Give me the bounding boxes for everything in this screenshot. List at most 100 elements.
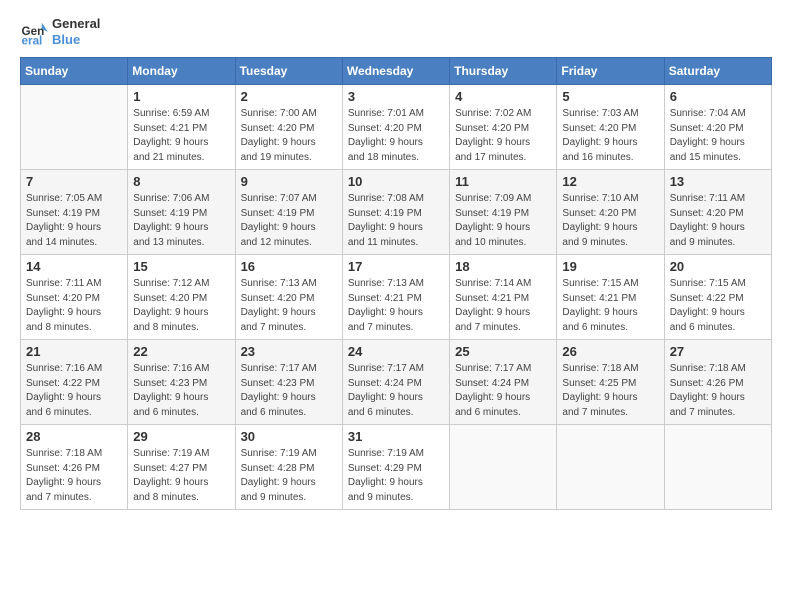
calendar-cell: 24 Sunrise: 7:17 AM Sunset: 4:24 PM Dayli… xyxy=(342,340,449,425)
day-info: Sunrise: 7:18 AM Sunset: 4:26 PM Dayligh… xyxy=(670,362,766,420)
day-number: 1 xyxy=(133,89,229,104)
svg-text:eral: eral xyxy=(22,34,43,46)
day-info: Sunrise: 7:11 AM Sunset: 4:20 PM Dayligh… xyxy=(26,277,122,335)
calendar-cell: 5 Sunrise: 7:03 AM Sunset: 4:20 PM Daylig… xyxy=(557,85,664,170)
calendar-cell: 26 Sunrise: 7:18 AM Sunset: 4:25 PM Dayli… xyxy=(557,340,664,425)
day-info: Sunrise: 7:19 AM Sunset: 4:27 PM Dayligh… xyxy=(133,447,229,505)
day-info: Sunrise: 7:17 AM Sunset: 4:24 PM Dayligh… xyxy=(455,362,551,420)
weekday-header: Saturday xyxy=(664,58,771,85)
calendar-cell: 23Sunrise: 7:17 AM Sunset: 4:23 PM Dayli… xyxy=(235,340,342,425)
day-info: Sunrise: 7:02 AM Sunset: 4:20 PM Dayligh… xyxy=(455,107,551,165)
calendar-cell: 19 Sunrise: 7:15 AM Sunset: 4:21 PM Dayli… xyxy=(557,255,664,340)
header: Gen eral General Blue xyxy=(20,16,772,47)
day-number: 20 xyxy=(670,259,766,274)
day-number: 19 xyxy=(562,259,658,274)
calendar-cell: 2 Sunrise: 7:00 AM Sunset: 4:20 PM Daylig… xyxy=(235,85,342,170)
calendar-header: SundayMondayTuesdayWednesdayThursdayFrid… xyxy=(21,58,772,85)
calendar-cell xyxy=(450,425,557,510)
calendar-cell: 14 Sunrise: 7:11 AM Sunset: 4:20 PM Dayli… xyxy=(21,255,128,340)
calendar-cell xyxy=(21,85,128,170)
calendar-cell: 1 Sunrise: 6:59 AM Sunset: 4:21 PM Daylig… xyxy=(128,85,235,170)
day-number: 3 xyxy=(348,89,444,104)
day-info: Sunrise: 6:59 AM Sunset: 4:21 PM Dayligh… xyxy=(133,107,229,165)
day-number: 9 xyxy=(241,174,337,189)
day-number: 12 xyxy=(562,174,658,189)
day-number: 11 xyxy=(455,174,551,189)
day-info: Sunrise: 7:19 AM Sunset: 4:29 PM Dayligh… xyxy=(348,447,444,505)
day-number: 30 xyxy=(241,429,337,444)
calendar-cell: 21Sunrise: 7:16 AM Sunset: 4:22 PM Dayli… xyxy=(21,340,128,425)
calendar-week: 28 Sunrise: 7:18 AM Sunset: 4:26 PM Dayli… xyxy=(21,425,772,510)
day-number: 16 xyxy=(241,259,337,274)
day-info: Sunrise: 7:18 AM Sunset: 4:25 PM Dayligh… xyxy=(562,362,658,420)
weekday-header: Friday xyxy=(557,58,664,85)
calendar-table: SundayMondayTuesdayWednesdayThursdayFrid… xyxy=(20,57,772,510)
day-number: 6 xyxy=(670,89,766,104)
calendar-cell: 11 Sunrise: 7:09 AM Sunset: 4:19 PM Dayli… xyxy=(450,170,557,255)
day-info: Sunrise: 7:12 AM Sunset: 4:20 PM Dayligh… xyxy=(133,277,229,335)
day-info: Sunrise: 7:15 AM Sunset: 4:22 PM Dayligh… xyxy=(670,277,766,335)
day-number: 22 xyxy=(133,344,229,359)
day-number: 10 xyxy=(348,174,444,189)
day-info: Sunrise: 7:14 AM Sunset: 4:21 PM Dayligh… xyxy=(455,277,551,335)
day-info: Sunrise: 7:16 AM Sunset: 4:22 PM Dayligh… xyxy=(26,362,122,420)
calendar-cell: 9 Sunrise: 7:07 AM Sunset: 4:19 PM Daylig… xyxy=(235,170,342,255)
calendar-cell: 10 Sunrise: 7:08 AM Sunset: 4:19 PM Dayli… xyxy=(342,170,449,255)
day-number: 8 xyxy=(133,174,229,189)
logo-icon: Gen eral xyxy=(20,18,48,46)
weekday-header: Sunday xyxy=(21,58,128,85)
day-info: Sunrise: 7:15 AM Sunset: 4:21 PM Dayligh… xyxy=(562,277,658,335)
logo: Gen eral General Blue xyxy=(20,16,100,47)
calendar-cell: 13Sunrise: 7:11 AM Sunset: 4:20 PM Dayli… xyxy=(664,170,771,255)
day-number: 26 xyxy=(562,344,658,359)
day-number: 29 xyxy=(133,429,229,444)
day-info: Sunrise: 7:09 AM Sunset: 4:19 PM Dayligh… xyxy=(455,192,551,250)
day-info: Sunrise: 7:16 AM Sunset: 4:23 PM Dayligh… xyxy=(133,362,229,420)
day-info: Sunrise: 7:07 AM Sunset: 4:19 PM Dayligh… xyxy=(241,192,337,250)
calendar-cell: 20 Sunrise: 7:15 AM Sunset: 4:22 PM Dayli… xyxy=(664,255,771,340)
calendar-cell: 12 Sunrise: 7:10 AM Sunset: 4:20 PM Dayli… xyxy=(557,170,664,255)
calendar-cell: 16 Sunrise: 7:13 AM Sunset: 4:20 PM Dayli… xyxy=(235,255,342,340)
day-number: 24 xyxy=(348,344,444,359)
day-number: 15 xyxy=(133,259,229,274)
calendar-cell: 18 Sunrise: 7:14 AM Sunset: 4:21 PM Dayli… xyxy=(450,255,557,340)
day-number: 28 xyxy=(26,429,122,444)
day-info: Sunrise: 7:01 AM Sunset: 4:20 PM Dayligh… xyxy=(348,107,444,165)
weekday-header: Tuesday xyxy=(235,58,342,85)
day-info: Sunrise: 7:08 AM Sunset: 4:19 PM Dayligh… xyxy=(348,192,444,250)
day-info: Sunrise: 7:06 AM Sunset: 4:19 PM Dayligh… xyxy=(133,192,229,250)
calendar-cell: 28 Sunrise: 7:18 AM Sunset: 4:26 PM Dayli… xyxy=(21,425,128,510)
day-number: 27 xyxy=(670,344,766,359)
day-number: 14 xyxy=(26,259,122,274)
calendar-week: 1 Sunrise: 6:59 AM Sunset: 4:21 PM Daylig… xyxy=(21,85,772,170)
calendar-cell: 22 Sunrise: 7:16 AM Sunset: 4:23 PM Dayli… xyxy=(128,340,235,425)
calendar-cell: 17Sunrise: 7:13 AM Sunset: 4:21 PM Dayli… xyxy=(342,255,449,340)
day-info: Sunrise: 7:17 AM Sunset: 4:24 PM Dayligh… xyxy=(348,362,444,420)
calendar-cell: 25Sunrise: 7:17 AM Sunset: 4:24 PM Dayli… xyxy=(450,340,557,425)
logo-text: General Blue xyxy=(52,16,100,47)
day-number: 2 xyxy=(241,89,337,104)
day-number: 18 xyxy=(455,259,551,274)
day-info: Sunrise: 7:10 AM Sunset: 4:20 PM Dayligh… xyxy=(562,192,658,250)
calendar-cell: 7Sunrise: 7:05 AM Sunset: 4:19 PM Daylig… xyxy=(21,170,128,255)
calendar-cell: 31 Sunrise: 7:19 AM Sunset: 4:29 PM Dayli… xyxy=(342,425,449,510)
day-info: Sunrise: 7:18 AM Sunset: 4:26 PM Dayligh… xyxy=(26,447,122,505)
day-info: Sunrise: 7:17 AM Sunset: 4:23 PM Dayligh… xyxy=(241,362,337,420)
calendar-cell: 15 Sunrise: 7:12 AM Sunset: 4:20 PM Dayli… xyxy=(128,255,235,340)
calendar-cell: 6Sunrise: 7:04 AM Sunset: 4:20 PM Daylig… xyxy=(664,85,771,170)
day-info: Sunrise: 7:00 AM Sunset: 4:20 PM Dayligh… xyxy=(241,107,337,165)
calendar-cell: 27 Sunrise: 7:18 AM Sunset: 4:26 PM Dayli… xyxy=(664,340,771,425)
day-number: 31 xyxy=(348,429,444,444)
calendar-cell: 4 Sunrise: 7:02 AM Sunset: 4:20 PM Daylig… xyxy=(450,85,557,170)
day-info: Sunrise: 7:11 AM Sunset: 4:20 PM Dayligh… xyxy=(670,192,766,250)
day-info: Sunrise: 7:03 AM Sunset: 4:20 PM Dayligh… xyxy=(562,107,658,165)
calendar-cell: 3 Sunrise: 7:01 AM Sunset: 4:20 PM Daylig… xyxy=(342,85,449,170)
day-number: 5 xyxy=(562,89,658,104)
day-info: Sunrise: 7:13 AM Sunset: 4:20 PM Dayligh… xyxy=(241,277,337,335)
calendar-cell: 30Sunrise: 7:19 AM Sunset: 4:28 PM Dayli… xyxy=(235,425,342,510)
calendar-week: 14 Sunrise: 7:11 AM Sunset: 4:20 PM Dayli… xyxy=(21,255,772,340)
calendar-body: 1 Sunrise: 6:59 AM Sunset: 4:21 PM Daylig… xyxy=(21,85,772,510)
day-number: 4 xyxy=(455,89,551,104)
calendar-cell xyxy=(557,425,664,510)
weekday-header: Monday xyxy=(128,58,235,85)
